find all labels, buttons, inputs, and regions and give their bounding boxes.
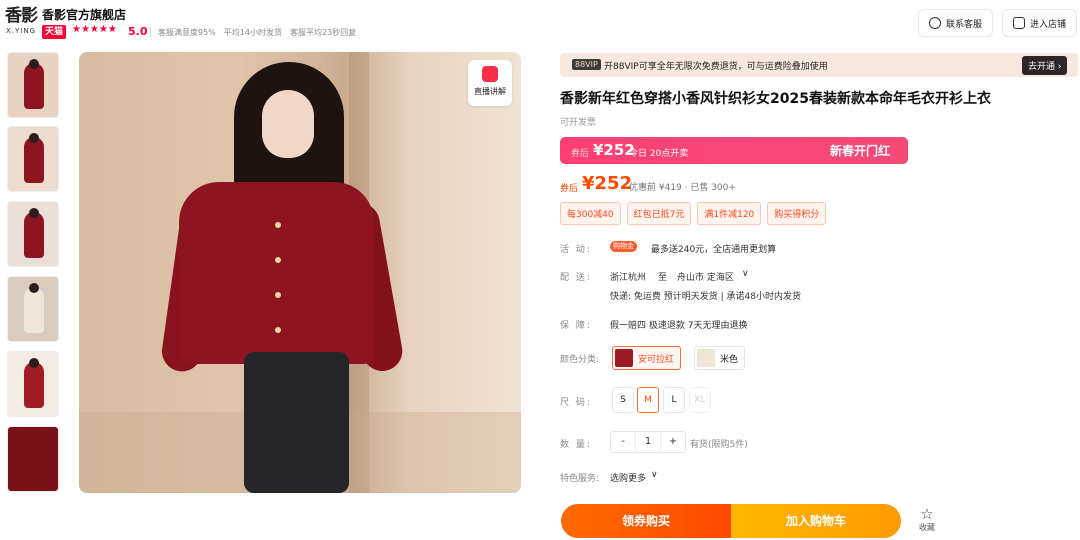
price-after-label: 券后: [560, 184, 579, 194]
thumbnail-figure: [24, 212, 44, 258]
divider: [150, 27, 151, 37]
thumbnail-3[interactable]: [7, 201, 59, 267]
enter-shop-label: 进入店铺: [1030, 19, 1067, 30]
promo-sale-time: 今日 20点开卖: [629, 149, 689, 159]
enter-shop-button[interactable]: 进入店铺: [1002, 9, 1078, 37]
size-option-s[interactable]: S: [612, 387, 634, 413]
coupon-item[interactable]: 满1件减120: [697, 202, 762, 225]
color-option-red[interactable]: 安可拉红: [612, 346, 682, 370]
contact-service-button[interactable]: 联系客服: [918, 9, 994, 37]
invoice-note: 可开发票: [560, 118, 597, 128]
live-explain-button[interactable]: 直播讲解: [468, 60, 512, 106]
activity-tag: 购物金: [610, 241, 637, 252]
services-label: 特色服务:: [560, 474, 600, 484]
live-explain-label: 直播讲解: [474, 87, 506, 96]
delivery-destination[interactable]: 舟山市 定海区: [677, 270, 734, 283]
price-before-and-sold: 优惠前 ¥419 · 已售 300+: [629, 183, 736, 193]
coupon-item[interactable]: 每300减40: [560, 202, 621, 225]
model-face: [262, 90, 314, 158]
tmall-badge: 天猫: [42, 25, 67, 39]
activity-text: 最多送240元，全店通用更划算: [651, 245, 777, 255]
guarantee-label: 保 障:: [560, 321, 592, 331]
favorite-button[interactable]: ☆ 收藏: [916, 506, 938, 533]
chevron-down-icon[interactable]: ∨: [651, 470, 658, 480]
thumbnail-4[interactable]: [7, 276, 59, 342]
size-label: 尺 码:: [560, 398, 592, 408]
guarantee-text: 假一赔四 极速退款 7天无理由退换: [610, 321, 748, 331]
thumbnail-head: [29, 283, 39, 293]
cardigan-button: [275, 327, 281, 333]
thumbnail-head: [29, 208, 39, 218]
thumbnail-2[interactable]: [7, 126, 59, 192]
thumbnail-figure: [24, 287, 44, 333]
thumbnail-head: [29, 358, 39, 368]
quantity-minus-button[interactable]: -: [611, 432, 635, 452]
cardigan-button: [275, 257, 281, 263]
thumbnail-6[interactable]: [7, 426, 59, 492]
thumbnail-head: [29, 133, 39, 143]
shop-rating: 5.0: [128, 25, 148, 38]
product-title: 香影新年红色穿搭小香风针织衫女2025春装新款本命年毛衣开衫上衣: [560, 91, 991, 107]
delivery-to-word: 至: [658, 273, 668, 283]
price-value: ¥252: [582, 173, 633, 194]
vip-text: 开88VIP可享全年无限次免费退货，可与运费险叠加使用: [604, 62, 828, 72]
thumbnail-figure: [24, 137, 44, 183]
shop-icon: [1013, 17, 1025, 29]
star-icon: ☆: [920, 505, 934, 523]
model-jeans: [244, 352, 349, 493]
coupon-item[interactable]: 红包已抵7元: [626, 202, 692, 225]
thumbnail-figure: [24, 362, 44, 408]
thumbnail-1[interactable]: [7, 52, 59, 118]
metric-reply: 客服平均23秒回复: [289, 28, 357, 37]
quantity-label: 数 量:: [560, 440, 592, 450]
coupon-item[interactable]: 购买得积分: [767, 202, 827, 225]
color-option-label: 米色: [720, 354, 739, 365]
size-option-l[interactable]: L: [663, 387, 685, 413]
promo-campaign: 新春开门红: [830, 144, 891, 158]
services-more[interactable]: 选购更多: [610, 471, 646, 484]
logo-text: 香影: [5, 6, 38, 26]
color-option-beige[interactable]: 米色: [694, 346, 746, 370]
thumbnail-head: [29, 59, 39, 69]
promo-after-label: 券后: [571, 149, 590, 159]
add-to-cart-button[interactable]: 加入购物车: [731, 504, 901, 538]
vip-badge: 88VIP: [572, 59, 601, 70]
cardigan-button: [275, 222, 281, 228]
delivery-detail: 快递: 免运费 预计明天发货 | 承诺48小时内发货: [610, 292, 801, 302]
activity-label: 活 动:: [560, 245, 592, 255]
delivery-from: 浙江杭州: [610, 273, 647, 283]
color-swatch: [615, 349, 633, 367]
thumbnail-figure: [24, 63, 44, 109]
shop-logo[interactable]: 香影 X.YING: [4, 6, 38, 42]
favorite-label: 收藏: [919, 523, 935, 532]
delivery-label: 配 送:: [560, 273, 592, 283]
thumbnail-5[interactable]: [7, 351, 59, 417]
action-buttons: 领券购买 加入购物车: [561, 504, 901, 538]
coupon-list: 每300减40 红包已抵7元 满1件减120 购买得积分: [560, 202, 827, 225]
logo-subtext: X.YING: [5, 27, 37, 35]
color-option-label: 安可拉红: [638, 354, 675, 365]
service-icon: [929, 17, 941, 29]
quantity-plus-button[interactable]: +: [661, 432, 685, 452]
vip-open-button[interactable]: 去开通 ›: [1022, 56, 1068, 75]
color-swatch: [697, 349, 715, 367]
shop-name[interactable]: 香影官方旗舰店: [42, 6, 126, 23]
buy-with-coupon-button[interactable]: 领券购买: [561, 504, 731, 538]
quantity-stepper: - 1 +: [610, 431, 686, 453]
rating-stars-icon: ★★★★★: [72, 24, 117, 35]
model-cardigan: [179, 182, 374, 364]
main-product-image[interactable]: [79, 52, 521, 493]
metric-shipping: 平均14小时发货: [223, 28, 282, 37]
metric-satisfaction: 客服满意度95%: [158, 28, 216, 37]
size-option-xl[interactable]: XL: [689, 387, 711, 413]
cardigan-button: [275, 292, 281, 298]
shop-metrics: 客服满意度95% 平均14小时发货 客服平均23秒回复: [158, 27, 356, 38]
quantity-input[interactable]: 1: [635, 432, 661, 452]
size-option-m[interactable]: M: [637, 387, 659, 413]
color-label: 颜色分类:: [560, 355, 600, 365]
live-icon: [482, 66, 498, 82]
contact-service-label: 联系客服: [946, 19, 983, 30]
chevron-down-icon[interactable]: ∨: [742, 269, 749, 279]
stock-note: 有货(限购5件): [690, 440, 748, 450]
